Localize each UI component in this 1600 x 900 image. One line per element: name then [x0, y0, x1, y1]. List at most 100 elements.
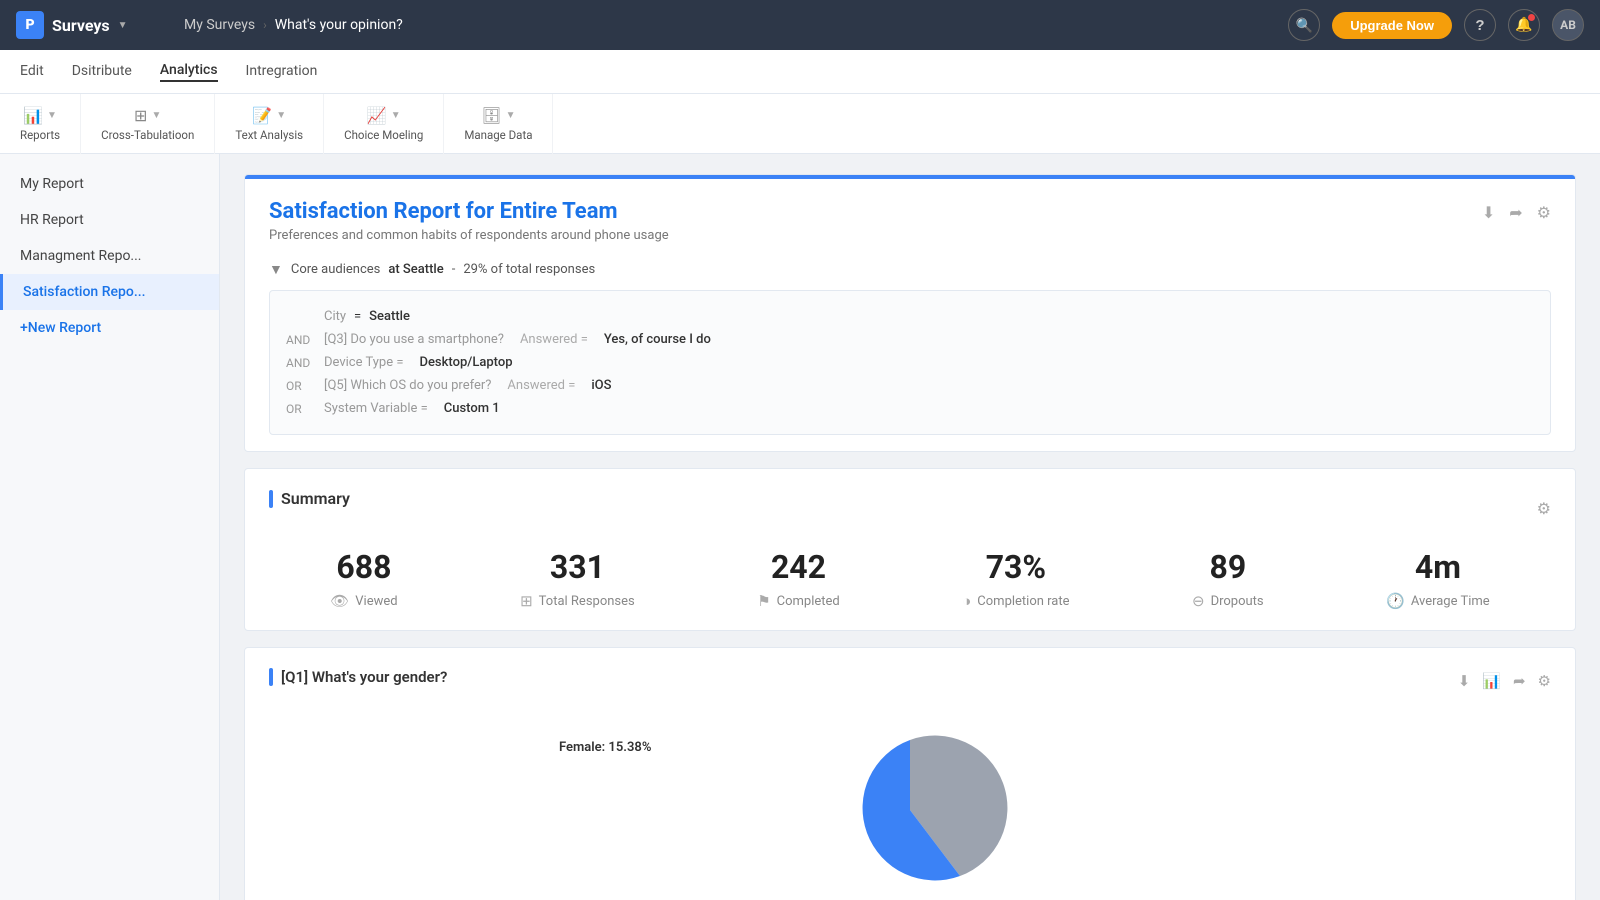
top-nav: P Surveys ▼ My Surveys › What's your opi…: [0, 0, 1600, 50]
stat-avg-time-value: 4m: [1415, 548, 1461, 586]
filter-key-sysvar: System Variable =: [324, 401, 428, 416]
stat-total-responses: 331 ⊞ Total Responses: [520, 548, 635, 610]
notification-dot: [1528, 14, 1535, 21]
sidebar-item-my-report[interactable]: My Report: [0, 166, 219, 202]
filter-val-device: Desktop/Laptop: [419, 355, 512, 370]
breadcrumb-separator: ›: [263, 18, 267, 32]
reports-dropdown-icon: ▼: [47, 110, 57, 121]
filter-key-q3: [Q3] Do you use a smartphone?: [324, 332, 504, 347]
stat-avg-time: 4m 🕐 Average Time: [1386, 548, 1490, 610]
toolbar-cross-tab[interactable]: ⊞ ▼ Cross-Tabulatioon: [81, 94, 215, 154]
stat-completion-rate-label: Completion rate: [977, 594, 1069, 609]
upgrade-button[interactable]: Upgrade Now: [1332, 12, 1452, 39]
filter-val-q5: iOS: [591, 378, 611, 393]
filter-bar: ▼ Core audiences at Seattle - 29% of tot…: [245, 253, 1575, 290]
choice-modeling-dropdown-icon: ▼: [391, 110, 401, 121]
cross-tab-dropdown-icon: ▼: [151, 110, 161, 121]
q1-settings-icon[interactable]: ⚙: [1538, 672, 1551, 690]
q1-download-icon[interactable]: ⬇: [1458, 672, 1471, 690]
choice-modeling-icon: 📈: [367, 106, 387, 125]
help-button[interactable]: ?: [1464, 9, 1496, 41]
reports-icon: 📊: [23, 106, 43, 125]
sidebar-item-satisfaction-report[interactable]: Satisfaction Repo...: [0, 274, 219, 310]
stat-viewed: 688 👁 Viewed: [330, 548, 397, 610]
reports-label: Reports: [20, 128, 60, 142]
stat-dropouts-value: 89: [1209, 548, 1246, 586]
toolbar-choice-modeling[interactable]: 📈 ▼ Choice Moeling: [324, 94, 444, 154]
chart-area-q1: Female: 15.38%: [269, 710, 1551, 900]
filter-eq-1: =: [354, 309, 361, 324]
breadcrumb-parent[interactable]: My Surveys: [184, 17, 255, 33]
nav-right: 🔍 Upgrade Now ? 🔔 AB: [1288, 9, 1584, 41]
toolbar-text-analysis[interactable]: 📝 ▼ Text Analysis: [215, 94, 324, 154]
breadcrumb-current: What's your opinion?: [275, 17, 403, 33]
text-analysis-label: Text Analysis: [235, 128, 303, 142]
summary-settings-icon[interactable]: ⚙: [1537, 499, 1551, 518]
stat-avg-time-label-row: 🕐 Average Time: [1386, 592, 1490, 610]
report-actions: ⬇ ➦ ⚙: [1482, 203, 1551, 222]
filter-val-q3: Yes, of course I do: [604, 332, 711, 347]
download-icon[interactable]: ⬇: [1482, 203, 1495, 222]
text-analysis-icon: 📝: [252, 106, 272, 125]
stat-dropouts: 89 ⊖ Dropouts: [1192, 548, 1264, 610]
nav-item-analytics[interactable]: Analytics: [160, 62, 218, 82]
q1-share-icon[interactable]: ➦: [1513, 672, 1526, 690]
filter-row-city: City = Seattle: [286, 305, 1534, 328]
nav-item-integration[interactable]: Intregration: [246, 63, 318, 81]
stat-completed-label: Completed: [777, 594, 840, 609]
manage-data-icon: 🗄: [481, 106, 501, 125]
sidebar: My Report HR Report Managment Repo... Sa…: [0, 154, 220, 900]
filter-val-city: Seattle: [369, 309, 410, 324]
cross-tab-icon: ⊞: [134, 106, 147, 125]
stat-viewed-label: Viewed: [355, 594, 397, 609]
pie-label-female: Female: 15.38%: [559, 740, 651, 755]
stat-dropouts-label-row: ⊖ Dropouts: [1192, 592, 1264, 610]
toolbar-manage-data[interactable]: 🗄 ▼ Manage Data: [444, 94, 553, 154]
filter-eq-4: Answered =: [507, 378, 575, 393]
logo-dropdown-icon[interactable]: ▼: [118, 20, 128, 31]
filter-panel: City = Seattle AND [Q3] Do you use a sma…: [269, 290, 1551, 435]
stat-avg-time-label: Average Time: [1411, 594, 1490, 609]
tool-bar: 📊 ▼ Reports ⊞ ▼ Cross-Tabulatioon 📝 ▼ Te…: [0, 94, 1600, 154]
report-card: Satisfaction Report for Entire Team Pref…: [244, 174, 1576, 452]
completed-icon: ⚑: [757, 592, 770, 610]
stat-completed: 242 ⚑ Completed: [757, 548, 840, 610]
filter-label: Core audiences: [291, 262, 381, 277]
manage-data-dropdown-icon: ▼: [506, 110, 516, 121]
summary-header-row: Summary ⚙: [269, 489, 1551, 528]
filter-row-q5: OR [Q5] Which OS do you prefer? Answered…: [286, 374, 1534, 397]
stat-viewed-label-row: 👁 Viewed: [330, 592, 397, 610]
search-button[interactable]: 🔍: [1288, 9, 1320, 41]
avatar[interactable]: AB: [1552, 9, 1584, 41]
sidebar-item-new-report[interactable]: +New Report: [0, 310, 219, 346]
completion-rate-icon: ◑: [962, 592, 971, 610]
report-header-left: Satisfaction Report for Entire Team Pref…: [269, 199, 669, 243]
notifications-button[interactable]: 🔔: [1508, 9, 1540, 41]
filter-eq-2: Answered =: [520, 332, 588, 347]
sidebar-item-hr-report[interactable]: HR Report: [0, 202, 219, 238]
stat-total-responses-value: 331: [550, 548, 605, 586]
nav-item-distribute[interactable]: Dsitribute: [72, 63, 132, 81]
filter-row-sysvar: OR System Variable = Custom 1: [286, 397, 1534, 420]
stat-dropouts-label: Dropouts: [1211, 594, 1264, 609]
settings-icon[interactable]: ⚙: [1537, 203, 1551, 222]
stat-completion-rate: 73% ◑ Completion rate: [962, 548, 1069, 610]
app-title: Surveys: [52, 16, 110, 35]
filter-op-2: AND: [286, 333, 316, 347]
toolbar-reports[interactable]: 📊 ▼ Reports: [0, 94, 81, 154]
content-area: Satisfaction Report for Entire Team Pref…: [220, 154, 1600, 900]
share-icon[interactable]: ➦: [1509, 203, 1522, 222]
logo-area: P Surveys ▼: [16, 11, 176, 39]
filter-separator: -: [452, 262, 456, 277]
logo-icon: P: [16, 11, 44, 39]
nav-item-edit[interactable]: Edit: [20, 63, 44, 81]
stat-viewed-value: 688: [336, 548, 391, 586]
stat-completed-value: 242: [771, 548, 826, 586]
q1-chart-icon[interactable]: 📊: [1482, 672, 1501, 690]
stat-completion-rate-value: 73%: [986, 548, 1046, 586]
sidebar-item-management-report[interactable]: Managment Repo...: [0, 238, 219, 274]
second-nav: Edit Dsitribute Analytics Intregration: [0, 50, 1600, 94]
viewed-icon: 👁: [330, 592, 349, 610]
filter-icon: ▼: [269, 261, 283, 278]
report-header: Satisfaction Report for Entire Team Pref…: [245, 179, 1575, 253]
